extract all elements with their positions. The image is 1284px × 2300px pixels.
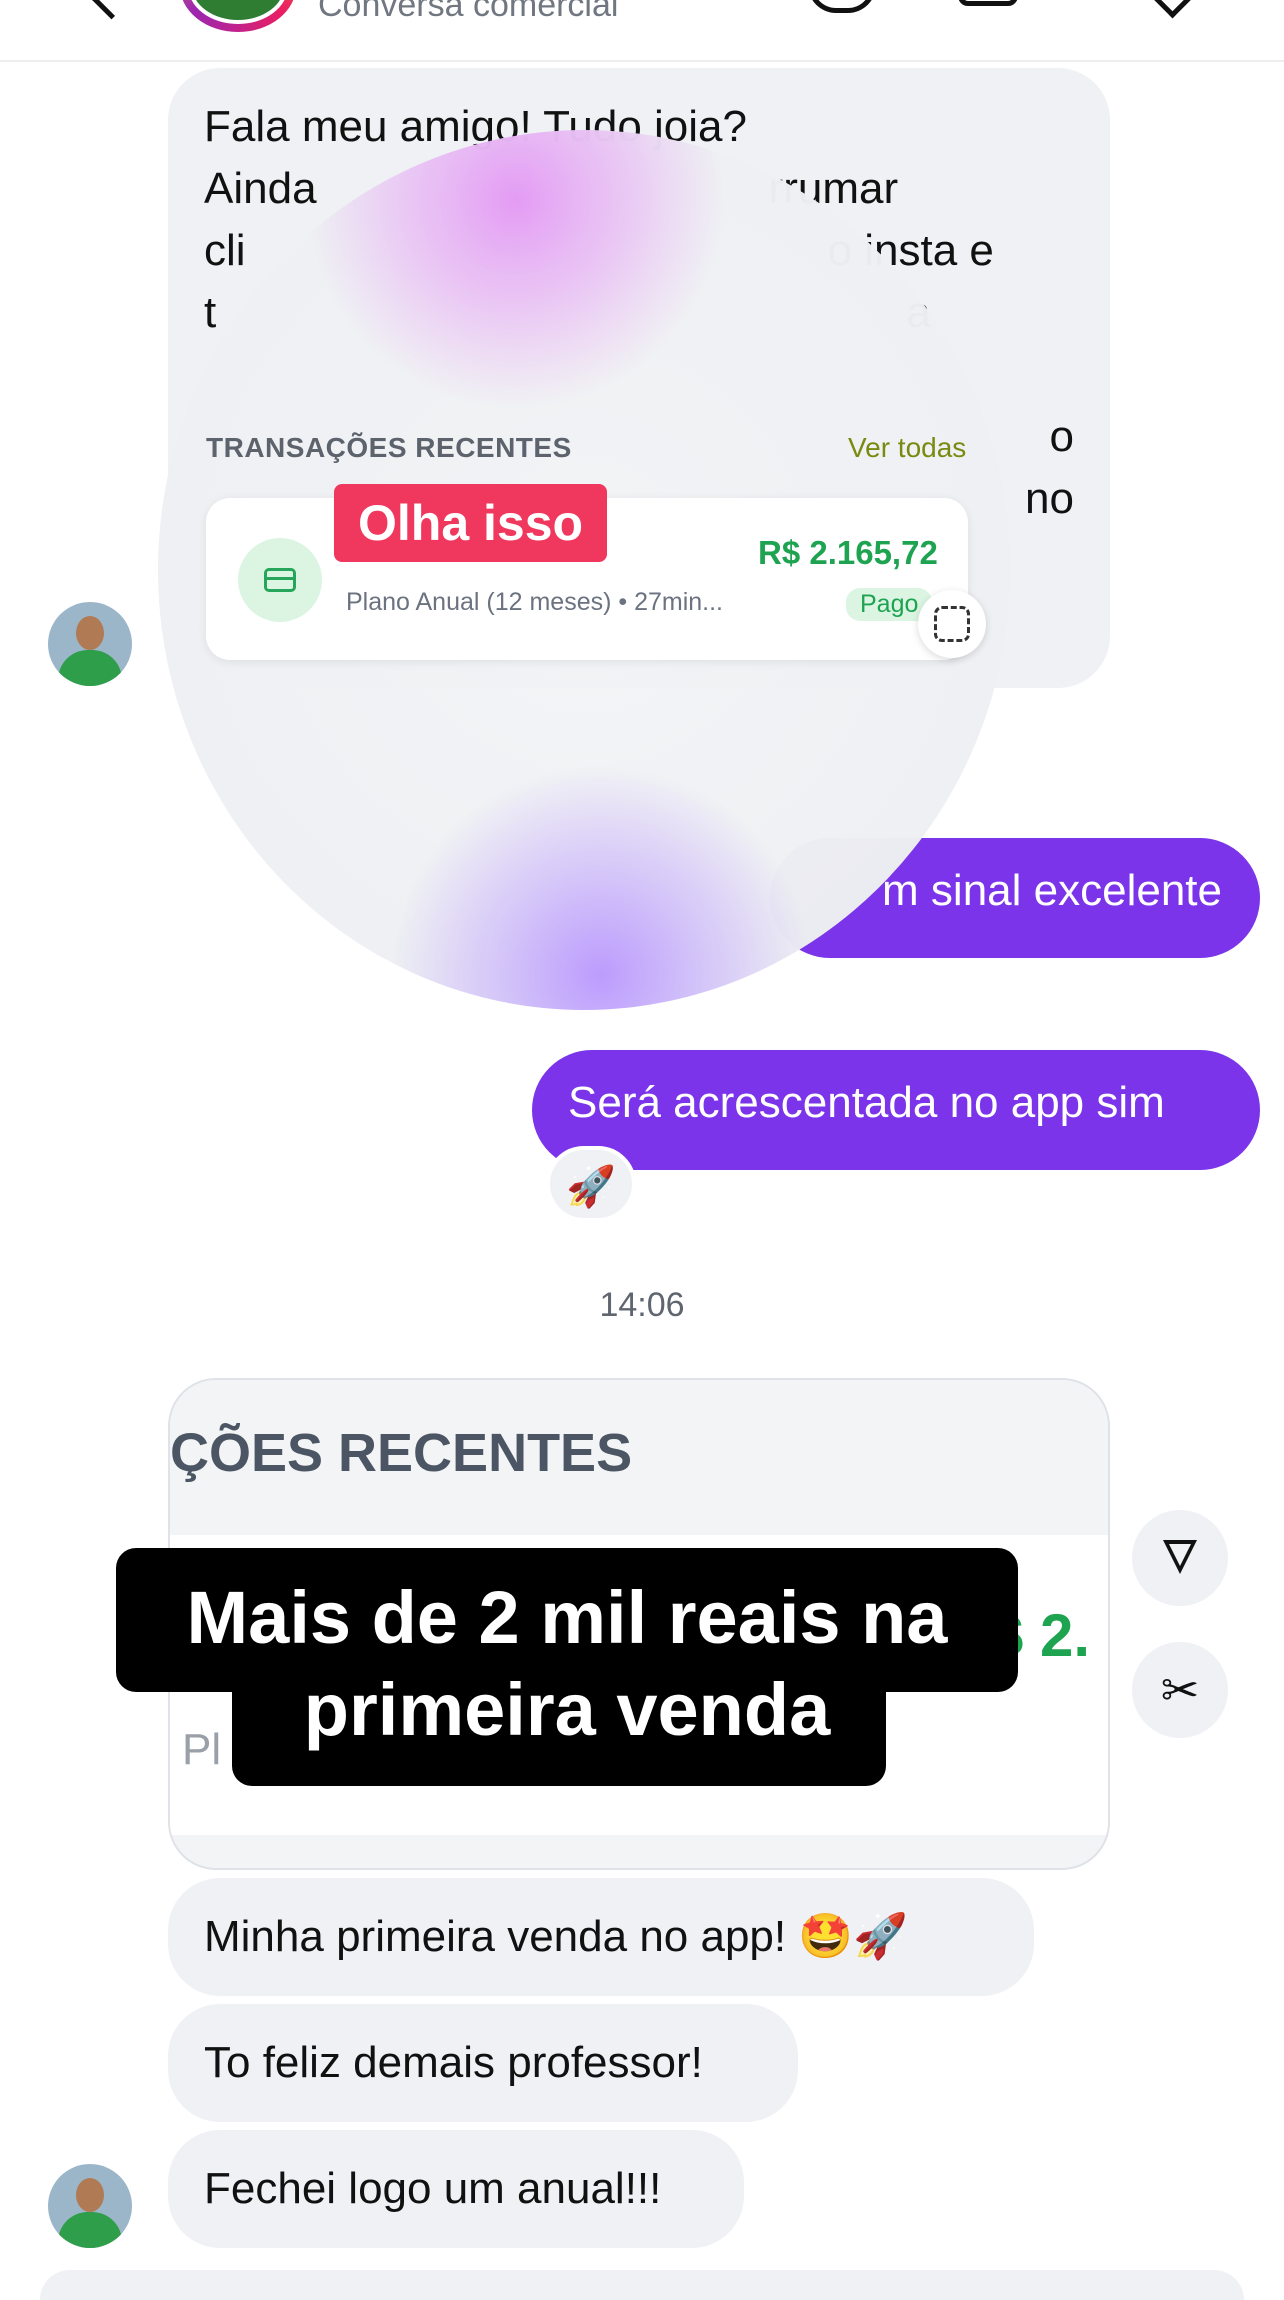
- recent-transactions-title: TRANSAÇÕES RECENTES: [206, 432, 572, 463]
- transaction-amount: R$ 2.165,72: [758, 534, 938, 571]
- avatar-shirt: [58, 650, 122, 686]
- transaction-icon-bg: [238, 538, 322, 622]
- chat-subtitle: Conversa comercial: [318, 0, 619, 24]
- image-title-text: ÇÕES RECENTES: [170, 1423, 633, 1483]
- message-text: Fechei logo um anual!!!: [204, 2164, 662, 2213]
- composer-edge: [40, 2270, 1244, 2300]
- contact-avatar[interactable]: [180, 0, 296, 32]
- see-all-link[interactable]: Ver todas: [848, 432, 966, 464]
- transaction-description: Plano Anual (12 meses) • 27min...: [346, 588, 724, 616]
- message-text: m sinal excelente: [882, 866, 1222, 915]
- back-arrow-icon[interactable]: [89, 0, 134, 20]
- incoming-message-bubble[interactable]: To feliz demais professor!: [168, 2004, 798, 2122]
- incoming-message-bubble[interactable]: Fechei logo um anual!!!: [168, 2130, 744, 2248]
- rocket-reaction[interactable]: 🚀: [546, 1146, 636, 1222]
- avatar-photo: [188, 0, 288, 24]
- message-timestamp: 14:06: [599, 1286, 685, 1324]
- avatar-shirt: [58, 2212, 122, 2248]
- share-icon: [1163, 1540, 1197, 1574]
- avatar-head: [76, 2178, 104, 2212]
- video-caption: Mais de 2 mil reais na primeira venda: [116, 1572, 1018, 1756]
- credit-card-icon: [264, 568, 296, 592]
- chat-header: Conversa comercial: [0, 0, 1284, 62]
- tag-icon[interactable]: [1140, 0, 1205, 19]
- edit-image-button[interactable]: ✂: [1132, 1642, 1228, 1738]
- outgoing-message-bubble[interactable]: Será acrescentada no app sim: [532, 1050, 1260, 1170]
- scan-text-icon: [934, 606, 970, 642]
- message-text: Será acrescentada no app sim: [568, 1078, 1165, 1127]
- callout-label: Olha isso: [334, 484, 608, 562]
- sender-avatar[interactable]: [48, 2164, 132, 2248]
- share-button[interactable]: [1132, 1510, 1228, 1606]
- caption-line: primeira venda: [303, 1668, 831, 1751]
- message-text: To feliz demais professor!: [204, 2038, 703, 2087]
- caption-line: Mais de 2 mil reais na: [186, 1576, 948, 1659]
- image-header: ÇÕES RECENTES: [170, 1380, 1108, 1535]
- avatar-head: [76, 616, 104, 650]
- phone-call-icon[interactable]: [808, 0, 876, 13]
- sender-avatar[interactable]: [48, 602, 132, 686]
- video-call-icon[interactable]: [958, 0, 1018, 6]
- message-text: Minha primeira venda no app! 🤩🚀: [204, 1912, 908, 1961]
- incoming-message-bubble[interactable]: Minha primeira venda no app! 🤩🚀: [168, 1878, 1034, 1996]
- text-scan-button[interactable]: [918, 590, 986, 658]
- scissors-sparkle-icon: ✂: [1160, 1664, 1200, 1716]
